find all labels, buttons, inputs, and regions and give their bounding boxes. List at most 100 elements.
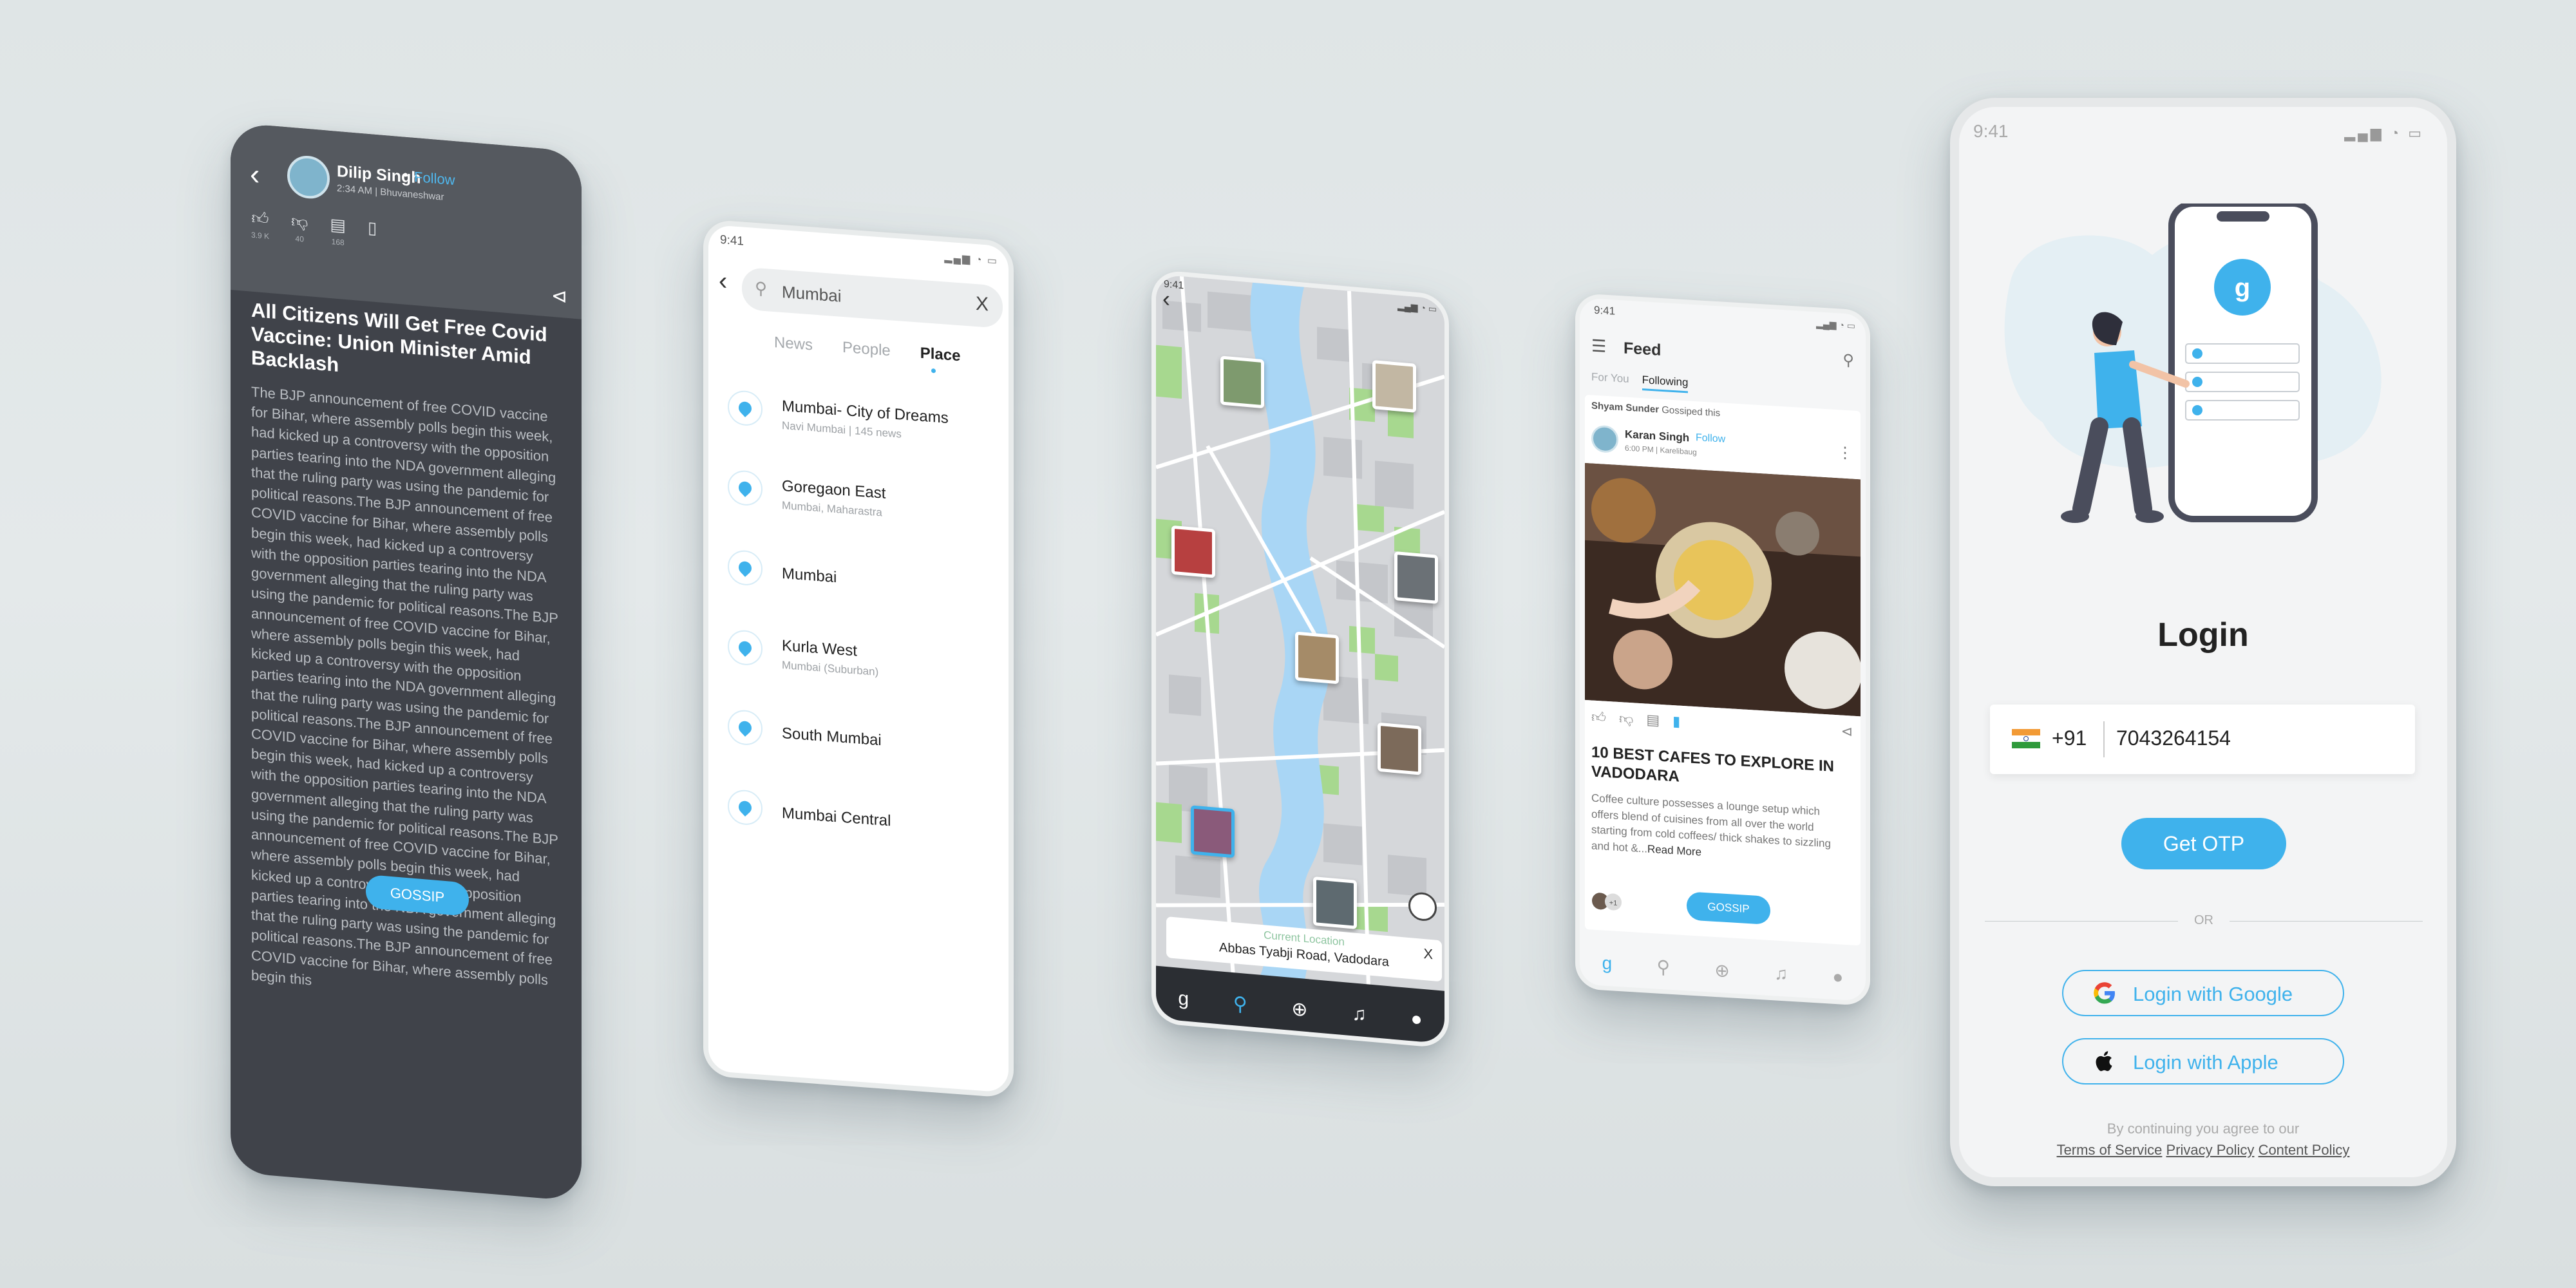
get-otp-button[interactable]: Get OTP (2121, 818, 2286, 869)
login-google-label: Login with Google (2133, 983, 2293, 1005)
results-list: Mumbai- City of Dreams Navi Mumbai | 145… (728, 384, 998, 884)
result-name: Goregaon East (782, 477, 886, 502)
post-meta: 6:00 PM | Karelibaug (1625, 443, 1697, 457)
feed-tabs: For You Following (1591, 370, 1689, 393)
like-button[interactable]: 👍︎ 3.9 K (251, 208, 269, 241)
post-actions: 👍︎ 👎︎ ▤ ▮ (1591, 708, 1680, 730)
tab-place[interactable]: Place (920, 345, 961, 366)
location-pin-icon[interactable]: ⚲ (1233, 992, 1247, 1016)
bell-icon[interactable]: ♫ (1774, 963, 1788, 984)
content-policy-link[interactable]: Content Policy (2259, 1142, 2350, 1158)
dislike-button[interactable]: 👎︎ 40 (291, 211, 308, 244)
india-flag-icon[interactable] (2012, 729, 2040, 748)
map-photo-marker[interactable] (1394, 551, 1438, 604)
read-more-link[interactable]: Read More (1647, 843, 1701, 858)
add-icon[interactable]: ⊕ (1291, 998, 1307, 1021)
clear-icon[interactable]: X (976, 293, 989, 316)
follow-button[interactable]: Follow (1696, 432, 1725, 446)
location-pin-icon (728, 708, 762, 746)
search-icon: ⚲ (755, 278, 768, 299)
location-pin-icon[interactable]: ⚲ (1657, 956, 1671, 978)
thumbs-up-icon[interactable]: 👍︎ (1591, 708, 1606, 726)
active-tab-indicator (931, 368, 936, 374)
article-body: The BJP announcement of free COVID vacci… (251, 383, 558, 989)
article-phone: ‹ Dilip Singh • Follow 2:34 AM | Bhuvane… (231, 122, 582, 1202)
map-photo-marker[interactable] (1372, 360, 1416, 413)
post-card[interactable]: Shyam Sunder Gossiped this Karan Singh F… (1585, 394, 1861, 946)
terms-of-service-link[interactable]: Terms of Service (2057, 1142, 2163, 1158)
profile-icon[interactable]: ● (1410, 1008, 1422, 1031)
result-sub: Mumbai (Suburban) (782, 658, 879, 678)
tab-news[interactable]: News (774, 334, 813, 354)
svg-text:g: g (2235, 274, 2250, 302)
tab-following[interactable]: Following (1642, 374, 1689, 393)
gossip-button[interactable]: GOSSIP (1687, 891, 1770, 925)
tab-people[interactable]: People (842, 339, 891, 360)
login-google-button[interactable]: Login with Google (2062, 970, 2344, 1016)
follow-button[interactable]: Follow (414, 169, 455, 189)
phone-input[interactable]: 7043264154 (2116, 726, 2231, 750)
back-icon[interactable]: ‹ (1162, 285, 1170, 312)
result-name: Mumbai Central (782, 804, 891, 830)
back-icon[interactable]: ‹ (719, 267, 727, 296)
or-label: OR (2194, 913, 2213, 927)
map-photo-marker[interactable] (1171, 525, 1215, 578)
comment-button[interactable]: ▤ 168 (330, 214, 346, 247)
location-pin-icon (728, 549, 762, 587)
post-image[interactable] (1585, 462, 1861, 717)
map-photo-marker[interactable] (1191, 805, 1235, 858)
location-pin-icon (728, 389, 762, 427)
divider (2103, 721, 2105, 757)
feed-phone: 9:41 ▂▄▆ ◔ ▭ ☰ Feed ⚲ For You Following … (1575, 293, 1870, 1007)
apple-icon (2096, 1051, 2112, 1072)
map-photo-marker[interactable] (1313, 876, 1357, 929)
terms-prefix: By continuing you agree to our (2107, 1121, 2300, 1137)
profile-icon[interactable]: ● (1832, 967, 1843, 988)
author-name[interactable]: Karan Singh (1625, 428, 1689, 445)
search-icon[interactable]: ⚲ (1842, 351, 1854, 370)
thumbs-down-icon[interactable]: 👎︎ (1619, 710, 1633, 728)
country-code[interactable]: +91 (2052, 726, 2087, 750)
result-name: South Mumbai (782, 724, 882, 750)
login-illustration: g (2004, 204, 2382, 523)
svg-text:+1: +1 (1609, 899, 1618, 907)
status-time: 9:41 (1973, 121, 2009, 141)
location-pin-icon (728, 469, 762, 507)
comment-icon[interactable]: ▤ (1646, 712, 1660, 730)
map-photo-marker[interactable] (1295, 631, 1339, 685)
logo-icon[interactable]: g (1178, 988, 1189, 1010)
bell-icon[interactable]: ♫ (1352, 1003, 1367, 1026)
map-phone: 9:41 ▂▄▆ ◔ ▭ ‹ Current Location Abbas Ty… (1151, 269, 1449, 1049)
search-tabs: News People Place (774, 334, 960, 365)
divider (2230, 921, 2423, 922)
logo-icon[interactable]: g (1602, 952, 1613, 974)
result-name: Mumbai (782, 564, 837, 587)
tab-for-you[interactable]: For You (1591, 370, 1629, 389)
add-icon[interactable]: ⊕ (1714, 959, 1729, 981)
login-apple-button[interactable]: Login with Apple (2062, 1038, 2344, 1084)
bookmark-icon[interactable]: ▮ (1672, 713, 1680, 731)
share-icon[interactable]: ⊲ (1841, 723, 1853, 741)
search-query[interactable]: Mumbai (782, 282, 841, 307)
map-photo-marker[interactable] (1378, 722, 1421, 775)
share-icon[interactable]: ⊲ (551, 285, 567, 308)
map-photo-marker[interactable] (1220, 355, 1264, 409)
avatar[interactable] (1591, 424, 1618, 453)
status-icons: ▂▄▆ ◔ ▭ (944, 252, 998, 267)
thumbs-up-icon: 👍︎ (251, 207, 269, 229)
bookmark-button[interactable]: ▯ (368, 218, 377, 250)
menu-icon[interactable]: ☰ (1591, 336, 1606, 356)
phone-field[interactable]: +91 7043264154 (1990, 705, 2415, 774)
close-icon[interactable]: X (1423, 945, 1433, 963)
privacy-policy-link[interactable]: Privacy Policy (2166, 1142, 2255, 1158)
back-icon[interactable]: ‹ (250, 156, 260, 192)
or-divider: OR (1985, 913, 2423, 929)
terms-links: Terms of Service Privacy Policy Content … (1959, 1139, 2447, 1160)
search-input[interactable]: ⚲ Mumbai X (742, 267, 1003, 329)
status-time: 9:41 (1594, 303, 1616, 317)
bookmark-icon: ▯ (368, 217, 377, 238)
comment-icon: ▤ (330, 214, 346, 236)
more-icon[interactable]: ⋮ (1837, 443, 1853, 462)
page-title: Login (2157, 616, 2249, 654)
terms-text: By continuing you agree to our Terms of … (1959, 1118, 2447, 1160)
